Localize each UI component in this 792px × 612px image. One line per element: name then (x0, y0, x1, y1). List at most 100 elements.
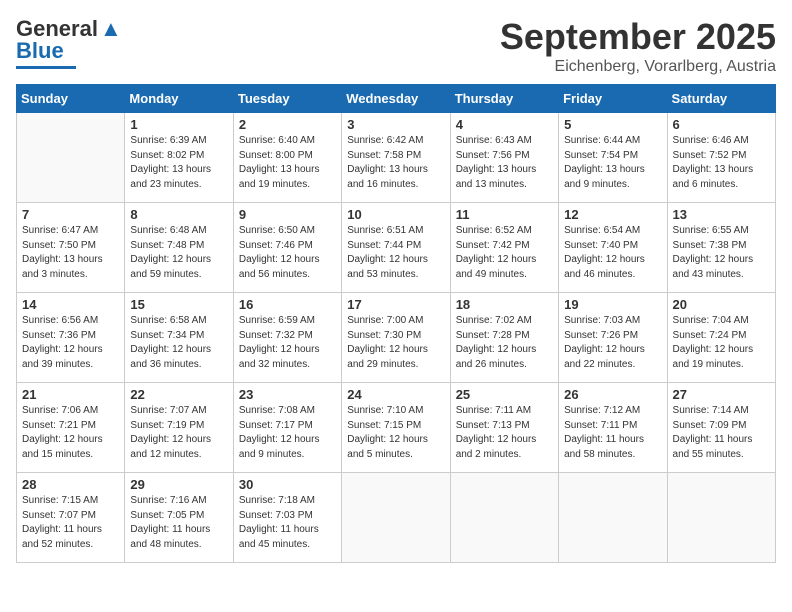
logo: General▲ Blue (16, 16, 122, 69)
calendar-cell: 22 Sunrise: 7:07 AMSunset: 7:19 PMDayligh… (125, 383, 233, 473)
header-monday: Monday (125, 85, 233, 113)
day-info: Sunrise: 7:00 AMSunset: 7:30 PMDaylight:… (347, 314, 444, 372)
day-number: 22 (130, 387, 227, 402)
day-number: 18 (456, 297, 553, 312)
day-number: 29 (130, 477, 227, 492)
calendar-cell: 16 Sunrise: 6:59 AMSunset: 7:32 PMDayligh… (233, 293, 341, 383)
day-number: 19 (564, 297, 661, 312)
week-row-1: 1Sunrise: 6:39 AMSunset: 8:02 PMDaylight… (17, 113, 776, 203)
calendar-cell: 23 Sunrise: 7:08 AMSunset: 7:17 PMDayligh… (233, 383, 341, 473)
week-row-2: 7 Sunrise: 6:47 AMSunset: 7:50 PMDaylight… (17, 203, 776, 293)
day-number: 2 (239, 117, 336, 132)
calendar-cell: 4 Sunrise: 6:43 AMSunset: 7:56 PMDaylight… (450, 113, 558, 203)
day-number: 8 (130, 207, 227, 222)
calendar-cell: 1Sunrise: 6:39 AMSunset: 8:02 PMDaylight… (125, 113, 233, 203)
day-info: Sunrise: 7:10 AMSunset: 7:15 PMDaylight:… (347, 404, 444, 462)
day-info: Sunrise: 6:48 AMSunset: 7:48 PMDaylight:… (130, 224, 227, 282)
day-info: Sunrise: 7:08 AMSunset: 7:17 PMDaylight:… (239, 404, 336, 462)
day-info: Sunrise: 6:40 AMSunset: 8:00 PMDaylight:… (239, 134, 336, 192)
day-number: 23 (239, 387, 336, 402)
calendar-cell: 18 Sunrise: 7:02 AMSunset: 7:28 PMDayligh… (450, 293, 558, 383)
day-info: Sunrise: 7:11 AMSunset: 7:13 PMDaylight:… (456, 404, 553, 462)
logo-line (16, 66, 76, 69)
page-header: General▲ Blue September 2025 Eichenberg,… (16, 16, 776, 76)
day-number: 10 (347, 207, 444, 222)
day-number: 28 (22, 477, 119, 492)
calendar-header-row: SundayMondayTuesdayWednesdayThursdayFrid… (17, 85, 776, 113)
calendar-cell: 7 Sunrise: 6:47 AMSunset: 7:50 PMDaylight… (17, 203, 125, 293)
day-info: Sunrise: 6:42 AMSunset: 7:58 PMDaylight:… (347, 134, 444, 192)
header-thursday: Thursday (450, 85, 558, 113)
day-info: Sunrise: 6:47 AMSunset: 7:50 PMDaylight:… (22, 224, 119, 282)
calendar-cell: 5 Sunrise: 6:44 AMSunset: 7:54 PMDaylight… (559, 113, 667, 203)
calendar-cell: 17 Sunrise: 7:00 AMSunset: 7:30 PMDayligh… (342, 293, 450, 383)
day-number: 17 (347, 297, 444, 312)
calendar-cell (667, 473, 775, 563)
day-info: Sunrise: 6:44 AMSunset: 7:54 PMDaylight:… (564, 134, 661, 192)
day-number: 26 (564, 387, 661, 402)
calendar-cell: 10 Sunrise: 6:51 AMSunset: 7:44 PMDayligh… (342, 203, 450, 293)
calendar-cell: 19 Sunrise: 7:03 AMSunset: 7:26 PMDayligh… (559, 293, 667, 383)
calendar-cell: 21 Sunrise: 7:06 AMSunset: 7:21 PMDayligh… (17, 383, 125, 473)
day-number: 12 (564, 207, 661, 222)
title-section: September 2025 Eichenberg, Vorarlberg, A… (500, 16, 776, 76)
calendar-cell: 2 Sunrise: 6:40 AMSunset: 8:00 PMDaylight… (233, 113, 341, 203)
calendar-cell: 8 Sunrise: 6:48 AMSunset: 7:48 PMDaylight… (125, 203, 233, 293)
day-number: 6 (673, 117, 770, 132)
calendar-cell: 3 Sunrise: 6:42 AMSunset: 7:58 PMDaylight… (342, 113, 450, 203)
day-info: Sunrise: 6:54 AMSunset: 7:40 PMDaylight:… (564, 224, 661, 282)
day-info: Sunrise: 7:18 AMSunset: 7:03 PMDaylight:… (239, 494, 336, 552)
day-info: Sunrise: 6:39 AMSunset: 8:02 PMDaylight:… (130, 134, 227, 192)
day-number: 16 (239, 297, 336, 312)
day-info: Sunrise: 6:52 AMSunset: 7:42 PMDaylight:… (456, 224, 553, 282)
day-info: Sunrise: 7:03 AMSunset: 7:26 PMDaylight:… (564, 314, 661, 372)
calendar-cell (17, 113, 125, 203)
day-info: Sunrise: 7:06 AMSunset: 7:21 PMDaylight:… (22, 404, 119, 462)
logo-blue: Blue (16, 38, 64, 64)
day-number: 24 (347, 387, 444, 402)
calendar-cell: 11 Sunrise: 6:52 AMSunset: 7:42 PMDayligh… (450, 203, 558, 293)
calendar-cell (450, 473, 558, 563)
day-info: Sunrise: 6:43 AMSunset: 7:56 PMDaylight:… (456, 134, 553, 192)
week-row-5: 28Sunrise: 7:15 AMSunset: 7:07 PMDayligh… (17, 473, 776, 563)
day-number: 7 (22, 207, 119, 222)
calendar-cell: 28Sunrise: 7:15 AMSunset: 7:07 PMDayligh… (17, 473, 125, 563)
day-number: 4 (456, 117, 553, 132)
header-friday: Friday (559, 85, 667, 113)
day-info: Sunrise: 7:04 AMSunset: 7:24 PMDaylight:… (673, 314, 770, 372)
calendar-cell: 12 Sunrise: 6:54 AMSunset: 7:40 PMDayligh… (559, 203, 667, 293)
day-number: 3 (347, 117, 444, 132)
header-sunday: Sunday (17, 85, 125, 113)
day-number: 15 (130, 297, 227, 312)
day-info: Sunrise: 6:55 AMSunset: 7:38 PMDaylight:… (673, 224, 770, 282)
day-info: Sunrise: 6:51 AMSunset: 7:44 PMDaylight:… (347, 224, 444, 282)
day-number: 5 (564, 117, 661, 132)
calendar-cell: 14 Sunrise: 6:56 AMSunset: 7:36 PMDayligh… (17, 293, 125, 383)
calendar-cell: 6Sunrise: 6:46 AMSunset: 7:52 PMDaylight… (667, 113, 775, 203)
calendar-cell: 29 Sunrise: 7:16 AMSunset: 7:05 PMDayligh… (125, 473, 233, 563)
day-number: 9 (239, 207, 336, 222)
day-number: 14 (22, 297, 119, 312)
day-info: Sunrise: 7:12 AMSunset: 7:11 PMDaylight:… (564, 404, 661, 462)
day-number: 21 (22, 387, 119, 402)
day-info: Sunrise: 7:07 AMSunset: 7:19 PMDaylight:… (130, 404, 227, 462)
day-number: 20 (673, 297, 770, 312)
day-info: Sunrise: 6:59 AMSunset: 7:32 PMDaylight:… (239, 314, 336, 372)
calendar-cell: 20 Sunrise: 7:04 AMSunset: 7:24 PMDayligh… (667, 293, 775, 383)
day-number: 13 (673, 207, 770, 222)
calendar-cell: 30 Sunrise: 7:18 AMSunset: 7:03 PMDayligh… (233, 473, 341, 563)
calendar-table: SundayMondayTuesdayWednesdayThursdayFrid… (16, 84, 776, 563)
day-info: Sunrise: 6:56 AMSunset: 7:36 PMDaylight:… (22, 314, 119, 372)
day-number: 25 (456, 387, 553, 402)
day-info: Sunrise: 7:02 AMSunset: 7:28 PMDaylight:… (456, 314, 553, 372)
day-number: 11 (456, 207, 553, 222)
week-row-3: 14 Sunrise: 6:56 AMSunset: 7:36 PMDayligh… (17, 293, 776, 383)
calendar-cell (559, 473, 667, 563)
calendar-cell: 9Sunrise: 6:50 AMSunset: 7:46 PMDaylight… (233, 203, 341, 293)
calendar-cell: 13 Sunrise: 6:55 AMSunset: 7:38 PMDayligh… (667, 203, 775, 293)
day-info: Sunrise: 7:16 AMSunset: 7:05 PMDaylight:… (130, 494, 227, 552)
day-number: 30 (239, 477, 336, 492)
day-number: 27 (673, 387, 770, 402)
location: Eichenberg, Vorarlberg, Austria (500, 58, 776, 76)
week-row-4: 21 Sunrise: 7:06 AMSunset: 7:21 PMDayligh… (17, 383, 776, 473)
